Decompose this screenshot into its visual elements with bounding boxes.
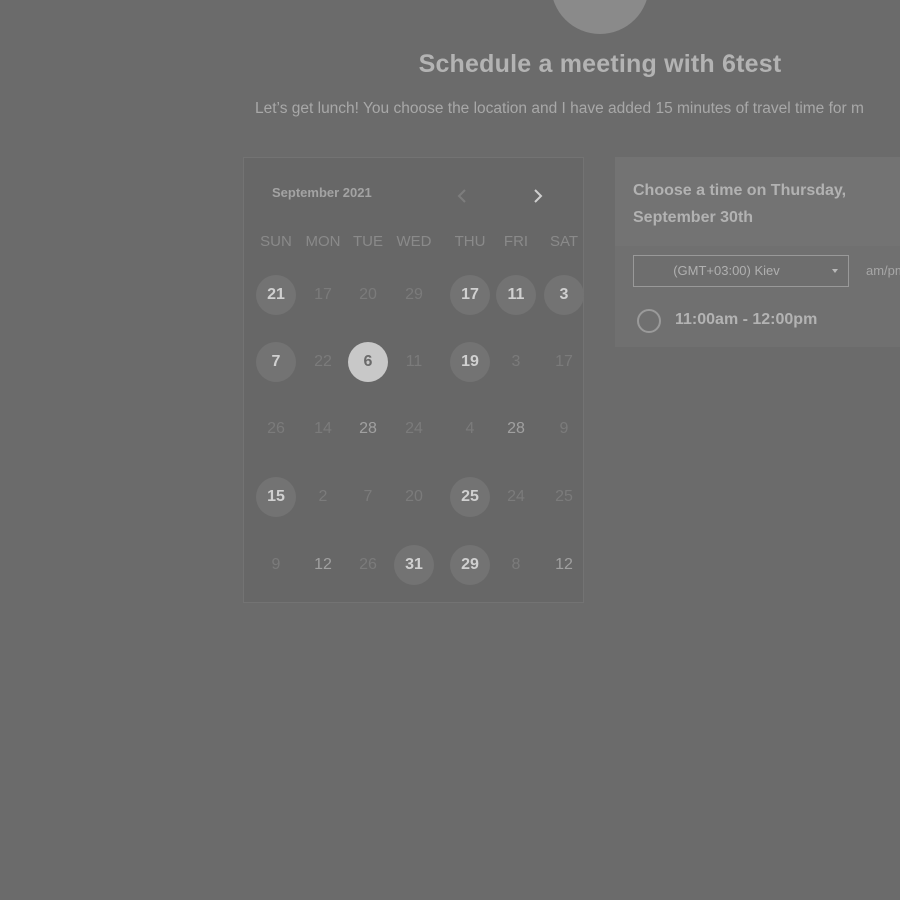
calendar-day: 20	[359, 286, 377, 303]
calendar-day: 26	[359, 556, 377, 573]
calendar-day[interactable]: 28	[348, 409, 388, 449]
caret-down-icon	[832, 269, 838, 273]
calendar-day: 2	[318, 488, 328, 505]
timezone-value: (GMT+03:00) Kiev	[673, 263, 780, 278]
calendar-day[interactable]: 12	[303, 545, 343, 585]
calendar-day[interactable]: 28	[496, 409, 536, 449]
calendar-day: 9	[271, 556, 281, 573]
calendar-day: 8	[511, 556, 521, 573]
prev-month-button[interactable]	[450, 184, 474, 208]
calendar-day: 24	[405, 420, 423, 437]
time-slot-label[interactable]: 11:00am - 12:00pm	[675, 311, 817, 329]
month-label: September 2021	[272, 185, 372, 200]
calendar-day: 26	[267, 420, 285, 437]
calendar-day: 3	[511, 353, 521, 370]
calendar-day: 17	[314, 286, 332, 303]
calendar-day: 22	[314, 353, 332, 370]
calendar-day: 9	[559, 420, 569, 437]
calendar-day[interactable]: 31	[394, 545, 434, 585]
time-panel-header: Choose a time on Thursday, September 30t…	[615, 157, 900, 246]
calendar-day[interactable]: 11	[496, 275, 536, 315]
calendar-day[interactable]: 15	[256, 477, 296, 517]
calendar-day: 7	[363, 488, 373, 505]
time-format-toggle[interactable]: am/pm	[866, 263, 900, 278]
weekday-wed: WED	[396, 233, 432, 250]
calendar-day[interactable]: 12	[544, 545, 584, 585]
calendar-day[interactable]: 21	[256, 275, 296, 315]
calendar-day: 14	[314, 420, 332, 437]
time-panel-title: Choose a time on Thursday, September 30t…	[633, 182, 847, 226]
calendar-day[interactable]: 25	[450, 477, 490, 517]
weekday-thu: THU	[454, 233, 486, 250]
weekday-fri: FRI	[503, 233, 529, 250]
weekday-mon: MON	[305, 233, 341, 250]
calendar-day[interactable]: 19	[450, 342, 490, 382]
calendar-day: 24	[507, 488, 525, 505]
weekday-sat: SAT	[549, 233, 579, 250]
calendar-day: 29	[405, 286, 423, 303]
calendar-day: 25	[555, 488, 573, 505]
calendar-day[interactable]: 7	[256, 342, 296, 382]
calendar-day: 4	[465, 420, 475, 437]
calendar-day: 17	[555, 353, 573, 370]
calendar-day[interactable]: 3	[544, 275, 584, 315]
weekday-header: SUN MON TUE WED THU FRI SAT	[244, 233, 585, 253]
time-panel: Choose a time on Thursday, September 30t…	[615, 157, 900, 347]
chevron-left-icon	[457, 189, 466, 203]
next-month-button[interactable]	[526, 184, 550, 208]
chevron-right-icon	[534, 189, 543, 203]
timezone-select[interactable]: (GMT+03:00) Kiev	[633, 255, 849, 287]
avatar	[551, 0, 649, 34]
meeting-description: Let’s get lunch! You choose the location…	[255, 100, 864, 117]
calendar-day-selected[interactable]: 6	[348, 342, 388, 382]
weekday-sun: SUN	[260, 233, 292, 250]
calendar-day: 20	[405, 488, 423, 505]
calendar-day: 11	[405, 353, 423, 370]
weekday-tue: TUE	[353, 233, 383, 250]
calendar: September 2021 SUN MON TUE WED THU FRI SAT 21 1…	[243, 157, 584, 603]
time-slot-radio[interactable]	[637, 309, 661, 333]
calendar-day[interactable]: 29	[450, 545, 490, 585]
calendar-day[interactable]: 17	[450, 275, 490, 315]
page-title: Schedule a meeting with 6test	[418, 50, 782, 78]
